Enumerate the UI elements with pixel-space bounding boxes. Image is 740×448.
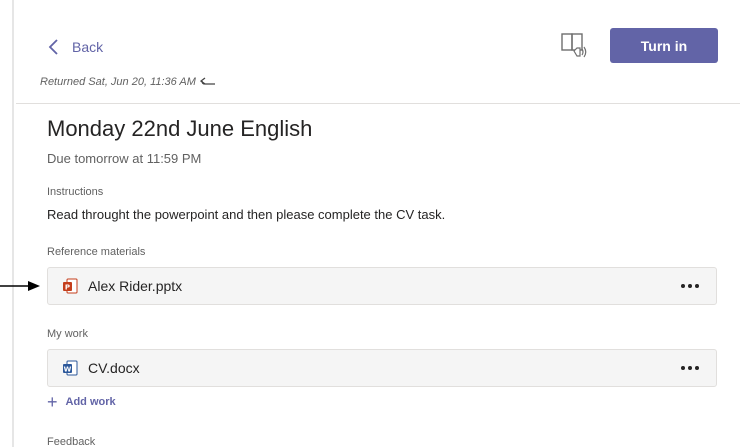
- instructions-label: Instructions: [47, 186, 104, 198]
- turn-in-label: Turn in: [640, 37, 688, 54]
- feedback-label: Feedback: [47, 436, 96, 448]
- assignment-title: Monday 22nd June English: [47, 116, 313, 141]
- more-options-icon[interactable]: [678, 366, 702, 370]
- my-work-file-name: CV.docx: [88, 360, 140, 376]
- reference-file-card[interactable]: P Alex Rider.pptx: [47, 267, 717, 305]
- my-work-label: My work: [47, 328, 88, 340]
- add-work-label: Add work: [65, 396, 116, 408]
- top-bar: Back Turn in Returned Sat, Jun 20, 11:36…: [40, 0, 740, 103]
- more-options-icon[interactable]: [678, 284, 702, 288]
- turn-in-button[interactable]: Turn in: [610, 28, 718, 63]
- my-work-file-card[interactable]: W CV.docx: [47, 349, 717, 387]
- annotation-arrow-icon: [0, 281, 40, 291]
- powerpoint-file-icon: P: [63, 278, 78, 294]
- returned-text: Returned Sat, Jun 20, 11:36 AM: [40, 76, 196, 88]
- return-arrow-icon: [199, 77, 215, 85]
- back-label: Back: [72, 39, 104, 55]
- plus-icon: +: [47, 392, 58, 412]
- back-button[interactable]: Back: [48, 36, 103, 58]
- reference-materials-label: Reference materials: [47, 246, 146, 258]
- left-rail: [12, 0, 14, 447]
- returned-status: Returned Sat, Jun 20, 11:36 AM: [40, 76, 216, 88]
- add-work-button[interactable]: + Add work: [47, 392, 116, 412]
- chevron-left-icon: [48, 39, 58, 55]
- word-file-icon: W: [63, 360, 78, 376]
- due-date: Due tomorrow at 11:59 PM: [47, 151, 202, 166]
- svg-text:P: P: [65, 284, 70, 292]
- instructions-text: Read throught the powerpoint and then pl…: [47, 207, 446, 222]
- immersive-reader-icon[interactable]: [560, 30, 588, 60]
- header-divider: [16, 103, 740, 104]
- svg-text:W: W: [64, 366, 72, 374]
- reference-file-name: Alex Rider.pptx: [88, 278, 183, 294]
